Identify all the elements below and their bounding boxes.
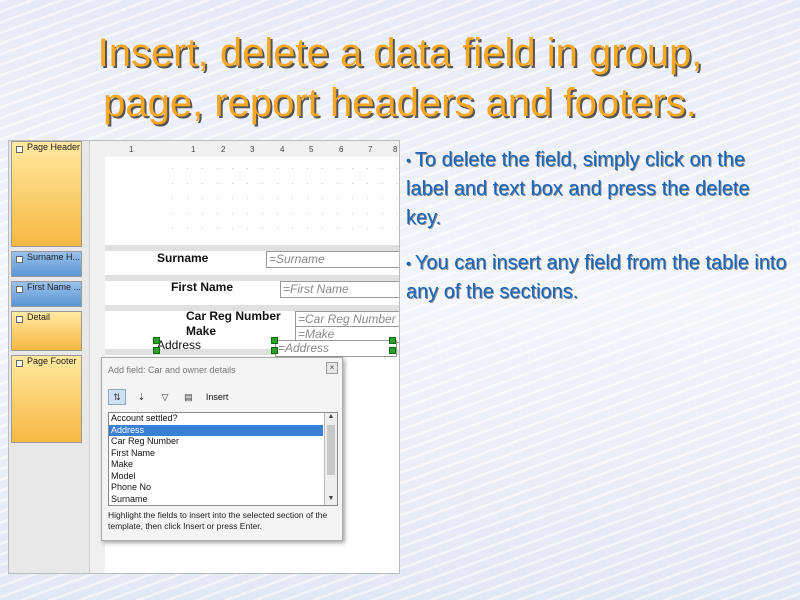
dialog-help-text: Highlight the fields to insert into the … [108, 510, 328, 531]
list-item[interactable]: Account settled? [109, 413, 323, 425]
slide-title-line2: page, report headers and footers. [103, 81, 697, 125]
section-marker-icon [16, 286, 23, 293]
section-label: First Name ... [27, 282, 82, 292]
bullet-item: • To delete the field, simply click on th… [406, 146, 790, 233]
grid-dots [165, 161, 399, 241]
section-detail[interactable]: Detail [11, 311, 82, 351]
ruler-mark: 5 [309, 145, 314, 154]
field-list[interactable]: Account settled? Address Car Reg Number … [108, 412, 338, 506]
slide-title: Insert, delete a data field in group, pa… [0, 28, 800, 128]
sort-descending-icon[interactable]: ⇣ [133, 390, 149, 404]
dialog-toolbar: ⇅ ⇣ ▽ ▤ Insert [108, 388, 228, 406]
section-label: Page Header [27, 142, 81, 152]
selection-handle[interactable] [153, 337, 160, 344]
scroll-thumb[interactable] [327, 425, 335, 475]
sort-icon[interactable]: ⇅ [108, 388, 126, 405]
bullet-text: To delete the field, simply click on the… [406, 149, 750, 229]
section-list: Page Header Surname H... First Name ... … [9, 141, 89, 573]
list-item[interactable]: First Name [109, 448, 323, 460]
bullet-list: • To delete the field, simply click on th… [406, 146, 790, 323]
selection-handle[interactable] [271, 337, 278, 344]
label-make[interactable]: Make [186, 324, 216, 338]
selection-handle[interactable] [389, 337, 396, 344]
bullet-icon: • [406, 255, 411, 271]
section-marker-icon [16, 146, 23, 153]
bullet-icon: • [406, 152, 411, 168]
section-marker-icon [16, 316, 23, 323]
field-first-name[interactable]: =First Name [280, 281, 399, 298]
section-surname-header[interactable]: Surname H... [11, 251, 82, 277]
list-item[interactable]: Surname [109, 494, 323, 506]
ruler-mark: 1 [129, 145, 134, 154]
field-surname[interactable]: =Surname [266, 251, 399, 268]
selection-handle[interactable] [153, 347, 160, 354]
filter-icon[interactable]: ▽ [157, 390, 173, 404]
ruler-mark: 8 [393, 145, 398, 154]
ruler-mark: 3 [250, 145, 255, 154]
label-car-reg-number[interactable]: Car Reg Number [186, 309, 281, 323]
close-icon[interactable]: × [326, 362, 338, 374]
scroll-up-icon[interactable]: ▲ [325, 413, 337, 423]
ruler-mark: 1 [191, 145, 196, 154]
label-address[interactable]: Address [157, 338, 201, 352]
dialog-title: Add field: Car and owner details [108, 365, 236, 375]
list-item-selected[interactable]: Address [109, 424, 323, 436]
section-label: Detail [27, 312, 51, 322]
field-address[interactable]: =Address [275, 340, 397, 357]
selection-handle[interactable] [389, 347, 396, 354]
section-page-header[interactable]: Page Header [11, 141, 82, 247]
section-marker-icon [16, 360, 23, 367]
list-item[interactable]: Model [109, 471, 323, 483]
label-surname[interactable]: Surname [157, 251, 208, 265]
section-label: Surname H... [27, 252, 81, 262]
horizontal-ruler: 1 1 2 3 4 5 6 7 8 [105, 141, 399, 158]
insert-button[interactable]: Insert [206, 392, 229, 402]
bullet-item: • You can insert any field from the table… [406, 249, 790, 307]
selection-handle[interactable] [271, 347, 278, 354]
section-first-name-header[interactable]: First Name ... [11, 281, 82, 307]
list-item[interactable]: Car Reg Number [109, 436, 323, 448]
ruler-mark: 7 [368, 145, 373, 154]
section-marker-icon [16, 256, 23, 263]
list-scrollbar[interactable]: ▲ ▼ [324, 413, 337, 505]
slide-title-line1: Insert, delete a data field in group, [97, 31, 703, 75]
report-builder-screenshot: Page Header Surname H... First Name ... … [8, 140, 400, 574]
bullet-text: You can insert any field from the table … [406, 252, 787, 303]
add-field-dialog: Add field: Car and owner details × ⇅ ⇣ ▽… [101, 357, 343, 541]
ruler-mark: 6 [339, 145, 344, 154]
list-item[interactable]: Phone No [109, 482, 323, 494]
ruler-mark: 4 [280, 145, 285, 154]
section-page-footer[interactable]: Page Footer [11, 355, 82, 443]
list-item[interactable]: Make [109, 459, 323, 471]
insert-field-icon[interactable]: ▤ [180, 390, 196, 404]
ruler-mark: 2 [221, 145, 226, 154]
section-label: Page Footer [27, 356, 77, 366]
label-first-name[interactable]: First Name [171, 280, 233, 294]
scroll-down-icon[interactable]: ▼ [325, 495, 337, 505]
